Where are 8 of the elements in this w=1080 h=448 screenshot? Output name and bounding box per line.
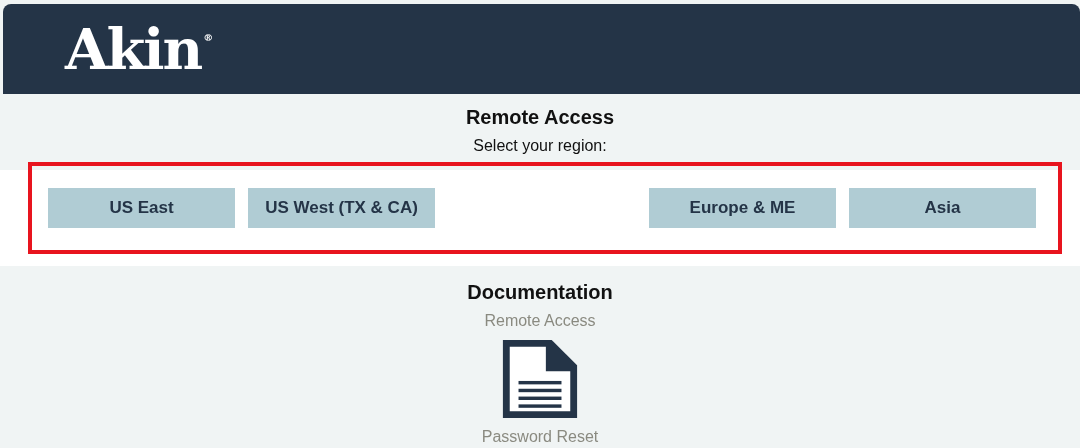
region-button[interactable]: US West (TX & CA) (248, 188, 435, 228)
region-button[interactable]: Asia (849, 188, 1036, 228)
region-button[interactable]: Europe & ME (649, 188, 836, 228)
region-button[interactable]: US East (48, 188, 235, 228)
document-icon[interactable] (500, 338, 580, 420)
section-title: Remote Access (465, 106, 615, 129)
section-title: Documentation (467, 281, 613, 304)
region-prompt: Select your region: (473, 137, 607, 155)
